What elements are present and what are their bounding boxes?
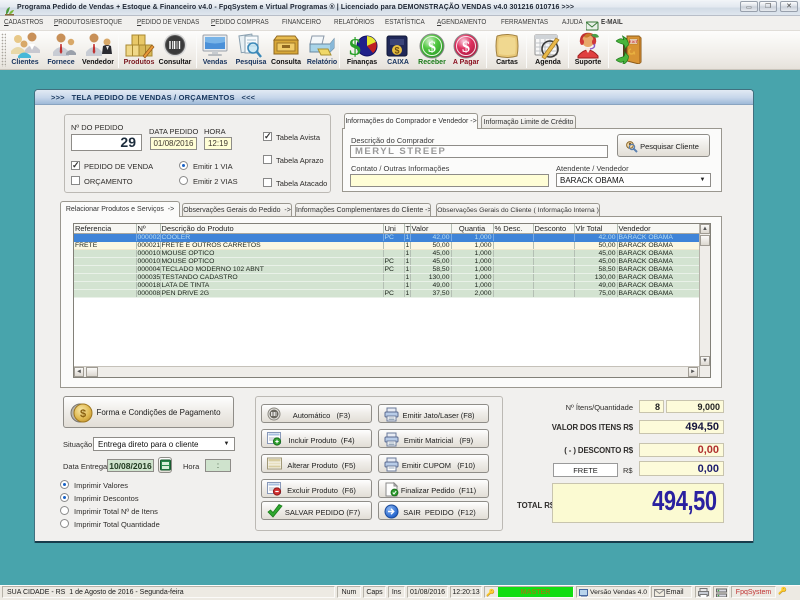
svg-text:$: $: [462, 39, 470, 56]
svg-text:EXIT: EXIT: [629, 39, 638, 44]
svg-text:$: $: [394, 46, 399, 56]
svg-text:$: $: [428, 39, 436, 56]
svg-text:$: $: [349, 35, 361, 60]
